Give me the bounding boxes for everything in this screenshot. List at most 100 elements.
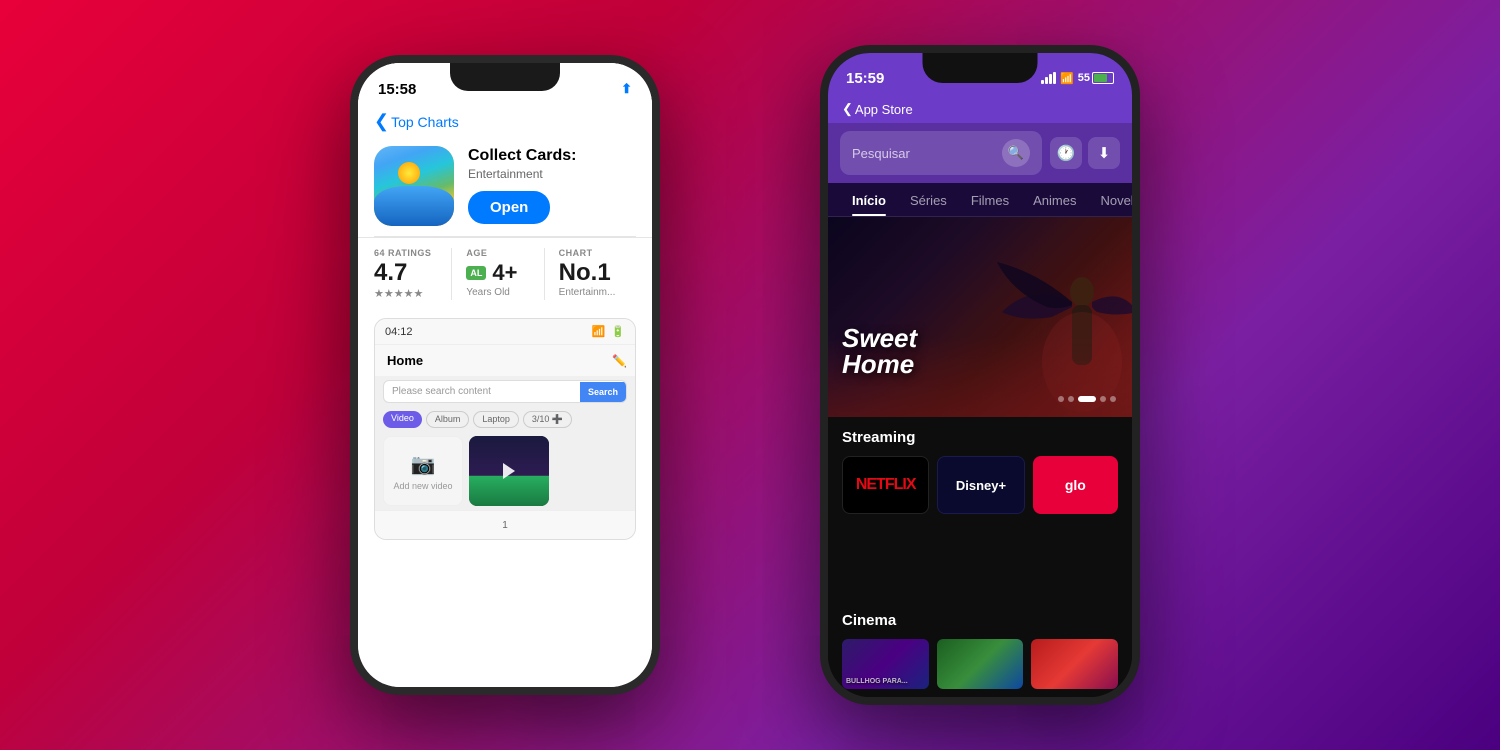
phones-container: 15:58 ⬆ ❮ Top Charts [300,25,1200,725]
hero-dot-2 [1068,396,1074,402]
cinema-thumb-img-3 [1031,639,1118,689]
camera-icon: 📷 [411,452,436,477]
cinema-thumb-1[interactable]: BULLHOG PARA... [842,639,929,689]
screenshot-preview: 04:12 📶 🔋 Home ✏️ Please search content … [374,318,636,540]
preview-edit-icon: ✏️ [612,354,627,368]
tag-video[interactable]: Video [383,411,422,428]
add-video-label: Add new video [393,481,452,491]
tab-inicio[interactable]: Início [840,183,898,216]
tab-animes-label: Animes [1033,193,1076,208]
age-label: AGE [466,248,487,258]
cinema-thumb-3[interactable] [1031,639,1118,689]
signal-bars-icon [1041,72,1056,84]
app-header: Collect Cards: Entertainment Open [358,136,652,236]
preview-search-input: Please search content [384,381,580,402]
tab-animes[interactable]: Animes [1021,183,1088,216]
add-video-placeholder[interactable]: 📷 Add new video [383,436,463,506]
battery-fill [1094,74,1107,82]
chart-label: CHART [559,248,593,258]
tab-filmes[interactable]: Filmes [959,183,1021,216]
search-action-icons: 🕐 ⬇ [1050,137,1120,169]
globo-logo: glo [1065,477,1086,493]
cinema-section: Cinema BULLHOG PARA... [828,608,1132,697]
search-bar-container: Pesquisar 🔍 🕐 ⬇ [828,123,1132,183]
app-icon [374,146,454,226]
search-bar[interactable]: Pesquisar 🔍 [840,131,1042,175]
preview-search-button[interactable]: Search [580,382,626,402]
battery-indicator: 55 [1078,72,1114,84]
ratings-block: 64 RATINGS 4.7 ★★★★★ [374,248,451,300]
right-status-icons: 📶 55 [1041,72,1114,85]
tag-laptop[interactable]: Laptop [473,411,519,428]
netflix-card[interactable]: NETFLIX [842,456,929,514]
open-button[interactable]: Open [468,191,550,224]
appstore-nav: ❮ App Store [828,97,1132,123]
hero-title-line1: Sweet [842,325,917,351]
streaming-section: Streaming NETFLIX Disney+ glo [828,417,1132,608]
battery-preview-icon: 🔋 [611,325,625,338]
play-button-icon[interactable] [503,463,515,479]
app-nav: ❮ Top Charts [358,107,652,136]
tab-filmes-label: Filmes [971,193,1009,208]
rating-value: 4.7 [374,260,407,286]
chart-sub: Entertainm... [559,287,616,298]
disney-card[interactable]: Disney+ [937,456,1024,514]
tab-series[interactable]: Séries [898,183,959,216]
app-category: Entertainment [468,167,636,181]
disney-logo: Disney+ [956,478,1006,493]
globo-card[interactable]: glo [1033,456,1118,514]
tab-novel-label: Novel… [1100,193,1132,208]
ratings-row: 64 RATINGS 4.7 ★★★★★ AGE AL 4+ Years Old… [358,237,652,310]
time-right: 15:59 [846,70,884,87]
tab-novel[interactable]: Novel… [1088,183,1132,216]
hero-dot-3-active [1078,396,1096,402]
hero-title-line2: Home [842,351,917,377]
tag-count: 3/10 ➕ [523,411,572,428]
tab-series-label: Séries [910,193,947,208]
preview-title: Home [383,349,427,372]
cinema-thumb-img-2 [937,639,1024,689]
cinema-thumb-2[interactable] [937,639,1024,689]
tag-album[interactable]: Album [426,411,470,428]
soccer-grass [469,476,549,506]
phone-left-screen: 15:58 ⬆ ❮ Top Charts [358,63,652,687]
preview-status-bar: 04:12 📶 🔋 [375,319,635,344]
wifi-icon: 📶 [1060,72,1074,85]
signal-bar-2 [1045,77,1048,84]
appstore-back-label: App Store [855,102,913,117]
location-icon: ⬆ [621,81,632,97]
stars-rating: ★★★★★ [374,287,423,300]
back-button[interactable]: ❮ Top Charts [374,113,459,130]
left-status-icons: ⬆ [621,81,632,97]
age-block: AGE AL 4+ Years Old [451,248,543,300]
clock-action-icon[interactable]: 🕐 [1050,137,1082,169]
age-sub: Years Old [466,287,510,298]
age-value: 4+ [492,260,517,286]
search-placeholder: Pesquisar [852,146,994,161]
preview-tags: Video Album Laptop 3/10 ➕ [375,407,635,432]
search-icon[interactable]: 🔍 [1002,139,1030,167]
signal-bar-1 [1041,80,1044,84]
netflix-logo: NETFLIX [856,476,916,494]
phone-right-screen: 15:59 📶 55 [828,53,1132,697]
age-badge-label: AL [466,266,486,280]
media-number: 1 [502,520,508,531]
wifi-preview-icon: 📶 [592,325,606,338]
appstore-back-button[interactable]: ❮ App Store [842,101,913,117]
preview-media-row: 📷 Add new video 07/05 [375,432,635,510]
signal-bar-4 [1053,72,1056,84]
app-icon-sun [398,162,420,184]
back-label: Top Charts [391,114,459,130]
chart-block: CHART No.1 Entertainm... [544,248,636,300]
hero-pagination-dots [1058,396,1116,402]
preview-search-area[interactable]: Please search content Search [383,380,627,403]
phone-left: 15:58 ⬆ ❮ Top Charts [350,55,660,695]
chevron-left-right-icon: ❮ [842,101,853,117]
media-thumb-soccer: 07/05 [469,436,549,506]
download-action-icon[interactable]: ⬇ [1088,137,1120,169]
battery-percent: 55 [1078,72,1090,84]
preview-icons: 📶 🔋 [592,325,625,338]
hero-title-container: Sweet Home [842,325,917,377]
chevron-left-icon: ❮ [374,112,389,130]
tab-nav: Início Séries Filmes Animes Novel… [828,183,1132,217]
